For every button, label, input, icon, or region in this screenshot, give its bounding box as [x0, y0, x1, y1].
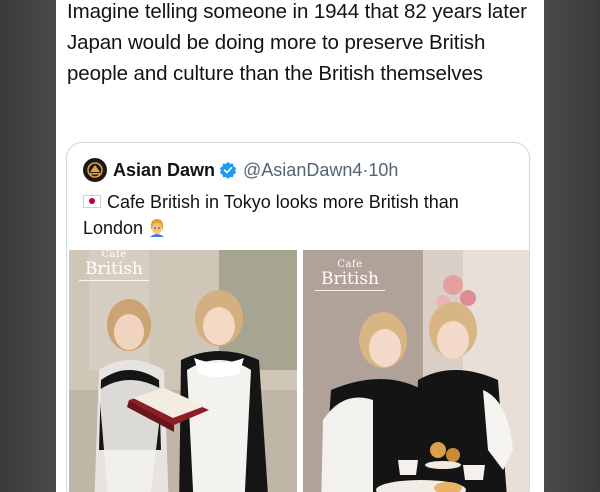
author-handle[interactable]: @AsianDawn4 [243, 160, 362, 181]
background-left [0, 0, 56, 492]
japan-flag-icon [83, 194, 101, 208]
author-name[interactable]: Asian Dawn [113, 160, 215, 181]
post-time[interactable]: 10h [368, 160, 398, 181]
logo-rule [315, 290, 385, 291]
quoted-post-text-block: Cafe British in Tokyo looks more British… [83, 189, 513, 241]
quoted-post-header: Asian Dawn @AsianDawn4 · 10h [83, 155, 398, 185]
avatar[interactable] [83, 158, 107, 182]
logo-british-text: British [321, 269, 379, 289]
post-card: Imagine telling someone in 1944 that 82 … [56, 0, 544, 492]
logo-rule [79, 280, 149, 281]
photo-maids-reading[interactable]: Cafe British [69, 250, 297, 492]
logo-british-text: British [85, 259, 143, 279]
background-right [544, 0, 600, 492]
post-text: Imagine telling someone in 1944 that 82 … [67, 0, 527, 85]
cafe-british-logo: Cafe British [315, 260, 385, 291]
cafe-british-logo: Cafe British [79, 250, 149, 281]
quoted-post-text: Cafe British in Tokyo looks more British… [83, 192, 459, 238]
dawn-logo-icon [87, 162, 103, 178]
person-emoji-icon [147, 217, 167, 238]
verified-badge-icon [219, 161, 237, 179]
photo-maids-tea[interactable]: Cafe British [303, 250, 529, 492]
quoted-post[interactable]: Asian Dawn @AsianDawn4 · 10h Cafe Britis… [66, 142, 530, 492]
